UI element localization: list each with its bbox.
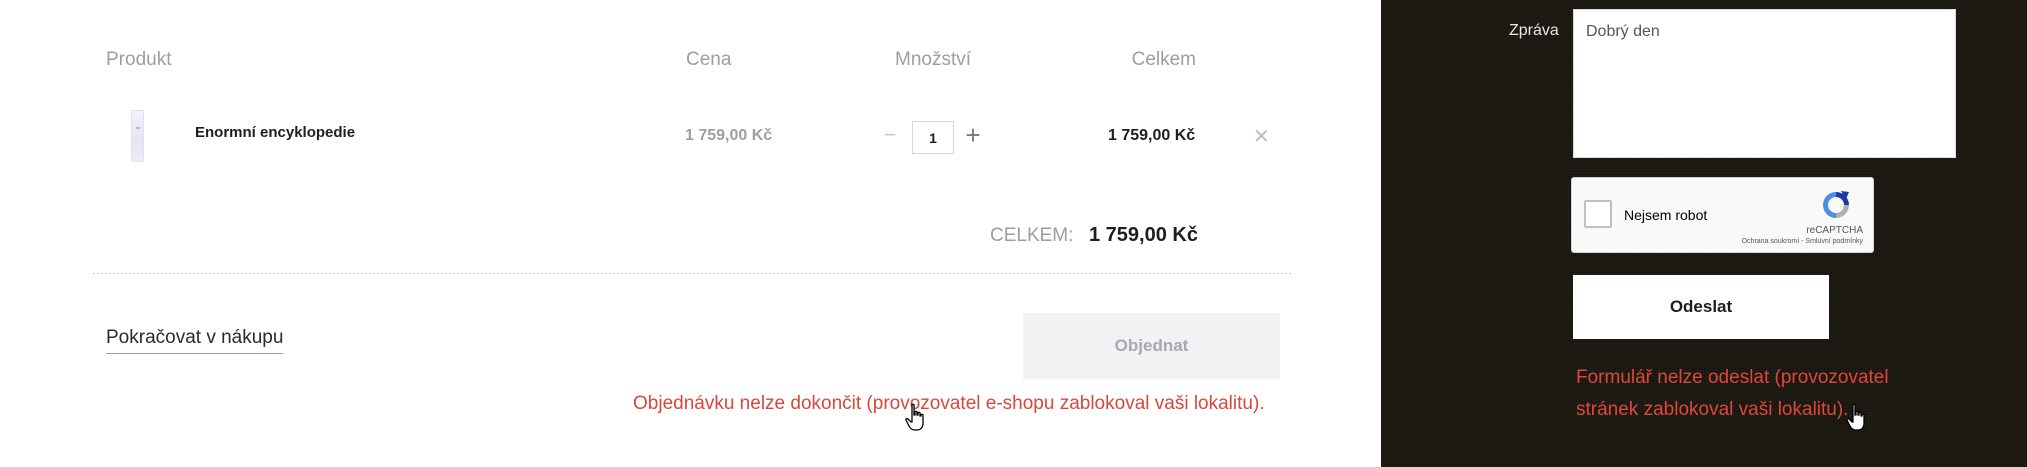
cart-error-message: Objednávku nelze dokončit (provozovatel … [633,393,1265,414]
quantity-input[interactable] [912,121,954,154]
cart-total-label: CELKEM: [990,225,1074,246]
recaptcha-checkbox[interactable] [1584,200,1612,228]
column-header-product: Produkt [106,49,172,70]
column-header-price: Cena [686,49,732,70]
plus-icon[interactable]: + [963,120,983,150]
continue-shopping-link[interactable]: Pokračovat v nákupu [106,327,284,354]
recaptcha-logo-icon [1823,191,1849,218]
recaptcha-brand: reCAPTCHA [1806,225,1863,236]
order-button[interactable]: Objednat [1023,313,1280,379]
minus-icon[interactable]: − [881,121,899,149]
message-label: Zpráva [1509,22,1559,39]
product-line-total: 1 759,00 Kč [1108,127,1196,144]
product-thumbnail[interactable] [131,110,144,162]
submit-button[interactable]: Odeslat [1573,275,1829,339]
contact-form-panel: Zpráva Dobrý den Nejsem robot reCAPTCHA … [1381,0,2027,467]
hand-pointer-cursor-icon [1846,403,1865,431]
recaptcha-widget: Nejsem robot reCAPTCHA Ochrana soukromí … [1571,177,1874,253]
column-header-quantity: Množství [895,49,972,70]
divider [93,273,1293,274]
recaptcha-links[interactable]: Ochrana soukromí - Smluvní podmínky [1742,238,1863,245]
product-name[interactable]: Enormní encyklopedie [195,124,355,141]
close-icon[interactable]: ✕ [1253,124,1270,149]
product-unit-price: 1 759,00 Kč [685,127,773,144]
recaptcha-label: Nejsem robot [1624,207,1708,223]
column-header-total: Celkem [1131,49,1196,70]
hand-pointer-cursor-icon [905,403,924,431]
cart-total-value: 1 759,00 Kč [1089,224,1198,246]
message-textarea[interactable]: Dobrý den [1573,9,1956,158]
cart-section: Produkt Cena Množství Celkem Enormní enc… [0,0,1381,467]
